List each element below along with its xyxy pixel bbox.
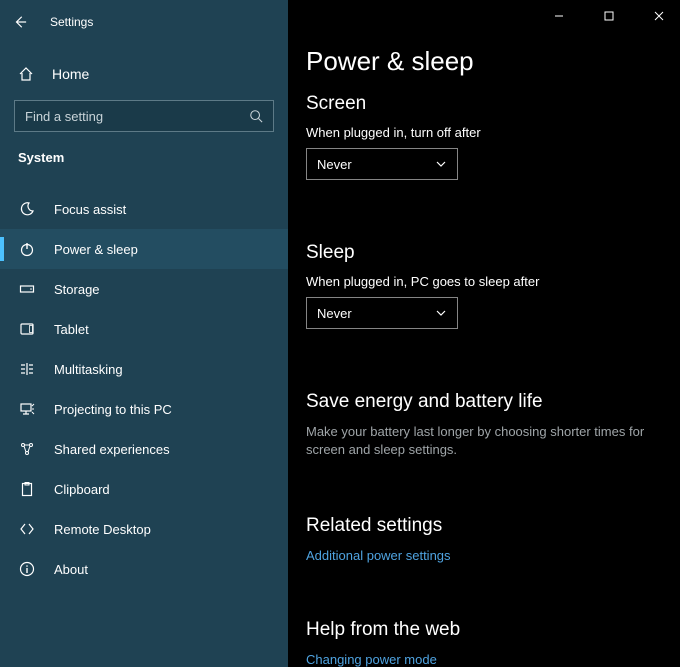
power-icon <box>18 241 36 257</box>
save-energy-desc: Make your battery last longer by choosin… <box>306 423 646 459</box>
maximize-button[interactable] <box>594 4 624 28</box>
sleep-label: When plugged in, PC goes to sleep after <box>306 274 680 289</box>
sidebar-header: Settings <box>0 6 288 38</box>
save-energy-heading: Save energy and battery life <box>306 391 680 413</box>
sleep-heading: Sleep <box>306 242 680 264</box>
sidebar-item-label: Power & sleep <box>54 242 138 257</box>
sidebar-item-tablet[interactable]: Tablet <box>0 309 288 349</box>
screen-heading: Screen <box>306 93 680 115</box>
minimize-button[interactable] <box>544 4 574 28</box>
close-icon <box>654 11 664 21</box>
sidebar-item-focus-assist[interactable]: Focus assist <box>0 189 288 229</box>
sidebar-home[interactable]: Home <box>0 54 288 94</box>
sidebar: Settings Home System Focus assist Power <box>0 0 288 667</box>
sidebar-item-label: Storage <box>54 282 100 297</box>
sidebar-item-label: Focus assist <box>54 202 126 217</box>
screen-label: When plugged in, turn off after <box>306 125 680 140</box>
sleep-timeout-dropdown[interactable]: Never <box>306 297 458 329</box>
category-label: System <box>0 132 288 175</box>
search-input[interactable] <box>14 100 274 132</box>
sidebar-item-label: About <box>54 562 88 577</box>
clipboard-icon <box>18 481 36 497</box>
sidebar-item-remote-desktop[interactable]: Remote Desktop <box>0 509 288 549</box>
tablet-icon <box>18 321 36 337</box>
dropdown-value: Never <box>317 306 352 321</box>
moon-icon <box>18 201 36 217</box>
sidebar-item-label: Shared experiences <box>54 442 170 457</box>
changing-power-mode-link[interactable]: Changing power mode <box>306 652 437 667</box>
additional-power-settings-link[interactable]: Additional power settings <box>306 548 451 563</box>
search-icon <box>249 109 263 123</box>
shared-icon <box>18 441 36 457</box>
search-field[interactable] <box>25 109 225 124</box>
home-label: Home <box>52 66 89 82</box>
main-content: Power & sleep Screen When plugged in, tu… <box>288 0 680 667</box>
sidebar-item-storage[interactable]: Storage <box>0 269 288 309</box>
maximize-icon <box>604 11 614 21</box>
sidebar-item-label: Remote Desktop <box>54 522 151 537</box>
home-icon <box>18 66 36 82</box>
sidebar-nav: Focus assist Power & sleep Storage Table… <box>0 189 288 589</box>
sidebar-item-label: Multitasking <box>54 362 123 377</box>
sidebar-item-label: Clipboard <box>54 482 110 497</box>
sidebar-item-label: Projecting to this PC <box>54 402 172 417</box>
chevron-down-icon <box>435 158 447 170</box>
arrow-left-icon <box>13 15 27 29</box>
sidebar-item-projecting[interactable]: Projecting to this PC <box>0 389 288 429</box>
close-button[interactable] <box>644 4 674 28</box>
sidebar-item-power-sleep[interactable]: Power & sleep <box>0 229 288 269</box>
back-button[interactable] <box>12 14 28 30</box>
minimize-icon <box>554 11 564 21</box>
chevron-down-icon <box>435 307 447 319</box>
related-heading: Related settings <box>306 515 680 537</box>
window-title: Settings <box>50 15 93 29</box>
remote-desktop-icon <box>18 521 36 537</box>
search-container <box>14 100 274 132</box>
storage-icon <box>18 281 36 297</box>
info-icon <box>18 561 36 577</box>
screen-timeout-dropdown[interactable]: Never <box>306 148 458 180</box>
window-controls <box>544 4 674 28</box>
page-title: Power & sleep <box>306 46 680 77</box>
projecting-icon <box>18 401 36 417</box>
help-heading: Help from the web <box>306 619 680 641</box>
sidebar-item-clipboard[interactable]: Clipboard <box>0 469 288 509</box>
sidebar-item-about[interactable]: About <box>0 549 288 589</box>
sidebar-item-shared-experiences[interactable]: Shared experiences <box>0 429 288 469</box>
multitasking-icon <box>18 361 36 377</box>
sidebar-item-multitasking[interactable]: Multitasking <box>0 349 288 389</box>
dropdown-value: Never <box>317 157 352 172</box>
sidebar-item-label: Tablet <box>54 322 89 337</box>
